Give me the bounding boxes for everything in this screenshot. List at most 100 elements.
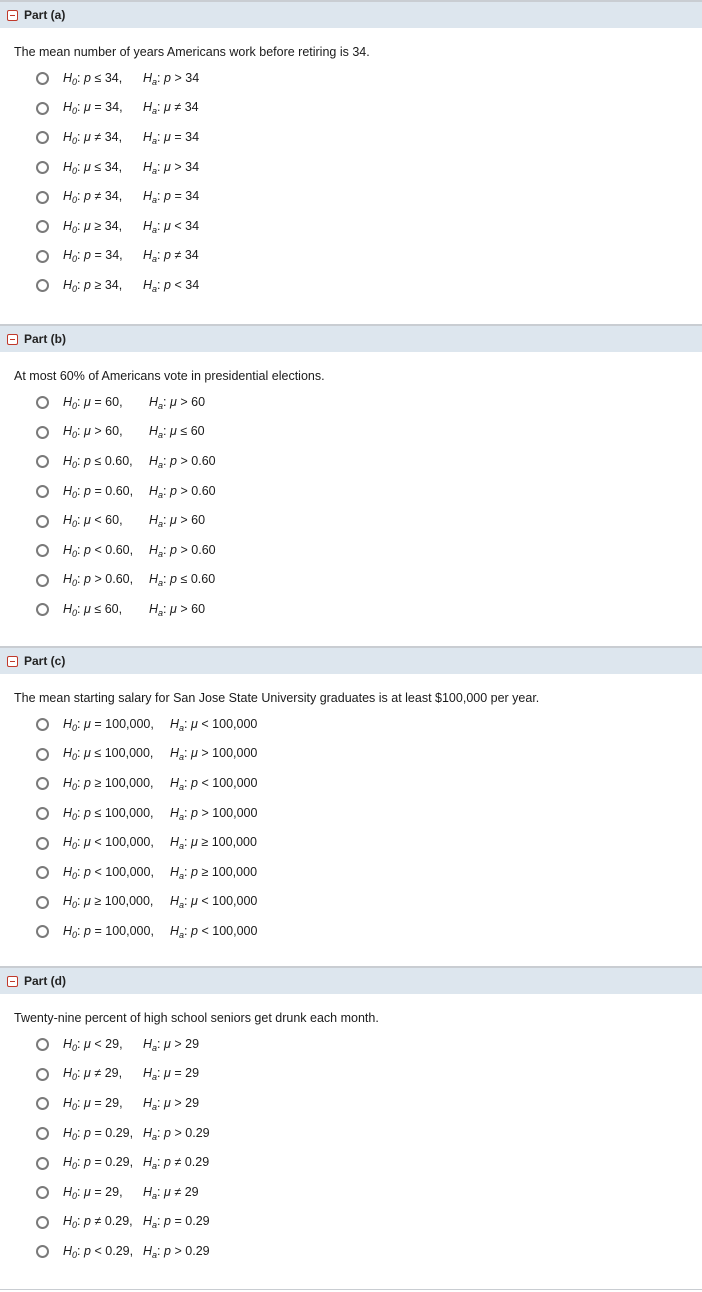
radio-button[interactable] (36, 72, 49, 86)
radio-option[interactable]: H0: p < 0.29, Ha: p > 0.29 (36, 1237, 210, 1267)
radio-option[interactable]: H0: μ ≥ 34, Ha: μ < 34 (36, 212, 199, 242)
radio-button[interactable] (36, 895, 49, 909)
radio-option[interactable]: H0: p ≥ 100,000, Ha: p < 100,000 (36, 769, 257, 799)
part-a-header[interactable]: Part (a) (0, 0, 702, 28)
colon: : (184, 923, 188, 938)
h0-expression: μ = 34, (84, 100, 123, 115)
colon: : (157, 1125, 161, 1140)
h0-expression: p ≠ 0.29, (84, 1214, 133, 1229)
colon: : (77, 1036, 81, 1051)
h-symbol: H (149, 394, 159, 409)
radio-button[interactable] (36, 1156, 49, 1170)
radio-option[interactable]: H0: μ < 29, Ha: μ > 29 (36, 1030, 210, 1060)
h0-expression: p < 0.60, (84, 542, 134, 557)
radio-button[interactable] (36, 514, 49, 528)
part-d-header[interactable]: Part (d) (0, 966, 702, 994)
radio-option[interactable]: H0: μ ≤ 100,000, Ha: μ > 100,000 (36, 740, 257, 770)
part-c-header[interactable]: Part (c) (0, 646, 702, 674)
radio-option[interactable]: H0: μ ≠ 29, Ha: μ = 29 (36, 1060, 210, 1090)
radio-button[interactable] (36, 249, 49, 263)
radio-option[interactable]: H0: p = 100,000, Ha: p < 100,000 (36, 917, 257, 947)
colon: : (184, 864, 188, 879)
radio-option[interactable]: H0: μ < 100,000, Ha: μ ≥ 100,000 (36, 828, 257, 858)
radio-option[interactable]: H0: p = 0.29, Ha: p ≠ 0.29 (36, 1148, 210, 1178)
part-b-header[interactable]: Part (b) (0, 324, 702, 352)
h-symbol: H (63, 864, 73, 879)
radio-option[interactable]: H0: μ = 60, Ha: μ > 60 (36, 388, 216, 418)
radio-button[interactable] (36, 1215, 49, 1229)
radio-option[interactable]: H0: p = 34, Ha: p ≠ 34 (36, 242, 199, 272)
radio-button[interactable] (36, 866, 49, 880)
colon: : (157, 1243, 161, 1258)
radio-button[interactable] (36, 425, 49, 439)
radio-button[interactable] (36, 1097, 49, 1111)
ha-expression: p ≥ 100,000 (191, 864, 258, 879)
radio-option[interactable]: H0: p = 0.29, Ha: p > 0.29 (36, 1119, 210, 1149)
radio-button[interactable] (36, 747, 49, 761)
alternative-hypothesis: Ha: μ ≤ 60 (149, 424, 205, 440)
radio-option[interactable]: H0: μ ≤ 60, Ha: μ > 60 (36, 595, 216, 625)
h-symbol: H (63, 453, 73, 468)
radio-option[interactable]: H0: μ ≠ 34, Ha: μ = 34 (36, 123, 199, 153)
radio-option[interactable]: H0: p ≤ 100,000, Ha: p > 100,000 (36, 799, 257, 829)
collapse-icon[interactable] (7, 333, 18, 345)
radio-button[interactable] (36, 573, 49, 587)
h0-expression: μ ≤ 60, (84, 601, 123, 616)
radio-option[interactable]: H0: p < 0.60, Ha: p > 0.60 (36, 536, 216, 566)
radio-button[interactable] (36, 190, 49, 204)
h-symbol: H (143, 189, 153, 204)
radio-option[interactable]: H0: p ≥ 34, Ha: p < 34 (36, 271, 199, 301)
radio-button[interactable] (36, 777, 49, 791)
radio-button[interactable] (36, 544, 49, 558)
radio-option[interactable]: H0: p ≤ 34, Ha: p > 34 (36, 64, 199, 94)
radio-option[interactable]: H0: μ = 100,000, Ha: μ < 100,000 (36, 710, 257, 740)
radio-option[interactable]: H0: μ ≥ 100,000, Ha: μ < 100,000 (36, 888, 257, 918)
radio-button[interactable] (36, 836, 49, 850)
radio-button[interactable] (36, 1038, 49, 1052)
colon: : (184, 805, 188, 820)
radio-option[interactable]: H0: μ < 60, Ha: μ > 60 (36, 506, 216, 536)
radio-button[interactable] (36, 131, 49, 145)
radio-option[interactable]: H0: p ≠ 0.29, Ha: p = 0.29 (36, 1208, 210, 1238)
radio-button[interactable] (36, 161, 49, 175)
radio-button[interactable] (36, 1186, 49, 1200)
radio-option[interactable]: H0: μ > 60, Ha: μ ≤ 60 (36, 418, 216, 448)
h0-expression: μ ≥ 34, (84, 218, 123, 233)
colon: : (77, 775, 81, 790)
radio-button[interactable] (36, 396, 49, 410)
radio-button[interactable] (36, 603, 49, 617)
part-b-options: H0: μ = 60, Ha: μ > 60 H0: μ > 60, Ha: μ ≤ … (36, 388, 216, 625)
radio-option[interactable]: H0: p = 0.60, Ha: p > 0.60 (36, 477, 216, 507)
h0-expression: μ = 29, (84, 1095, 123, 1110)
h-symbol: H (149, 601, 159, 616)
radio-button[interactable] (36, 485, 49, 499)
colon: : (157, 277, 161, 292)
radio-option[interactable]: H0: p ≤ 0.60, Ha: p > 0.60 (36, 447, 216, 477)
alternative-hypothesis: Ha: μ < 100,000 (170, 894, 257, 910)
radio-button[interactable] (36, 1067, 49, 1081)
radio-button[interactable] (36, 1245, 49, 1259)
radio-button[interactable] (36, 101, 49, 115)
colon: : (157, 1036, 161, 1051)
collapse-icon[interactable] (7, 655, 18, 667)
radio-option[interactable]: H0: μ = 29, Ha: μ > 29 (36, 1089, 210, 1119)
h0-expression: μ < 29, (84, 1036, 123, 1051)
radio-button[interactable] (36, 455, 49, 469)
collapse-icon[interactable] (7, 975, 18, 987)
alternative-hypothesis: Ha: μ ≠ 29 (143, 1185, 199, 1201)
radio-button[interactable] (36, 925, 49, 939)
radio-button[interactable] (36, 1127, 49, 1141)
alternative-hypothesis: Ha: p > 34 (143, 71, 199, 87)
radio-option[interactable]: H0: p < 100,000, Ha: p ≥ 100,000 (36, 858, 257, 888)
radio-option[interactable]: H0: μ ≤ 34, Ha: μ > 34 (36, 153, 199, 183)
radio-button[interactable] (36, 220, 49, 234)
radio-option[interactable]: H0: p ≠ 34, Ha: p = 34 (36, 182, 199, 212)
radio-option[interactable]: H0: p > 0.60, Ha: p ≤ 0.60 (36, 566, 216, 596)
radio-option[interactable]: H0: μ = 34, Ha: μ ≠ 34 (36, 94, 199, 124)
radio-button[interactable] (36, 807, 49, 821)
radio-button[interactable] (36, 279, 49, 293)
h0-expression: μ < 60, (84, 513, 123, 528)
collapse-icon[interactable] (7, 9, 18, 21)
radio-button[interactable] (36, 718, 49, 732)
radio-option[interactable]: H0: μ = 29, Ha: μ ≠ 29 (36, 1178, 210, 1208)
